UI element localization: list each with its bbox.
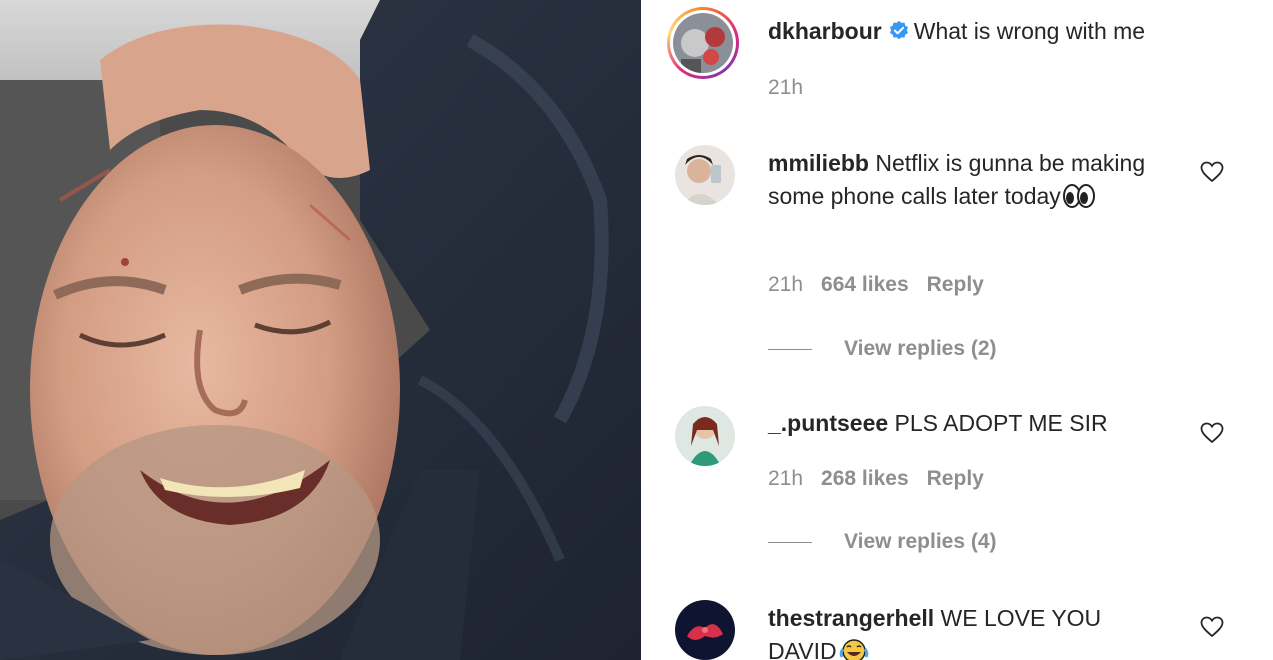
commenter-avatar[interactable] <box>675 406 735 466</box>
commenter-avatar[interactable] <box>675 600 735 660</box>
post-time: 21h <box>768 76 804 99</box>
like-count[interactable]: 664 likes <box>821 273 909 296</box>
comment-text-block: mmiliebb Netflix is gunna be making some… <box>768 147 1188 217</box>
eyes-emoji <box>1062 184 1095 217</box>
comment-meta: 21h 664 likes Reply <box>768 273 1002 297</box>
author-avatar[interactable] <box>673 13 733 73</box>
comment-time: 21h <box>768 467 804 490</box>
post-caption: dkharbour What is wrong with me <box>768 15 1188 48</box>
comment-text: WE LOVE YOU <box>940 605 1102 631</box>
commenter-username[interactable]: mmiliebb <box>768 150 869 176</box>
comment-text-continued: DAVID <box>768 638 837 660</box>
heart-icon[interactable] <box>1200 616 1224 638</box>
comment-text-block: _.puntseee PLS ADOPT ME SIR <box>768 407 1188 440</box>
reply-button[interactable]: Reply <box>927 273 984 296</box>
divider-line <box>768 541 812 543</box>
reply-button[interactable]: Reply <box>927 467 984 490</box>
comment-text: PLS ADOPT ME SIR <box>894 410 1108 436</box>
comment-meta: 21h 268 likes Reply <box>768 467 1002 491</box>
caption-text: What is wrong with me <box>913 18 1146 44</box>
view-replies-button[interactable]: View replies (4) <box>768 530 997 554</box>
like-count[interactable]: 268 likes <box>821 467 909 490</box>
comment-text-block: thestrangerhell WE LOVE YOU DAVID <box>768 602 1188 660</box>
commenter-avatar[interactable] <box>675 145 735 205</box>
commenter-username[interactable]: _.puntseee <box>768 410 888 436</box>
comment-time: 21h <box>768 273 804 296</box>
view-replies-button[interactable]: View replies (2) <box>768 337 997 361</box>
heart-icon[interactable] <box>1200 161 1224 183</box>
verified-badge-icon <box>888 18 910 40</box>
author-username[interactable]: dkharbour <box>768 18 882 44</box>
comments-panel: dkharbour What is wrong with me 21h mmil… <box>641 0 1273 660</box>
commenter-username[interactable]: thestrangerhell <box>768 605 934 631</box>
story-ring[interactable] <box>667 7 739 79</box>
heart-icon[interactable] <box>1200 422 1224 444</box>
tears-of-joy-emoji <box>839 637 869 660</box>
divider-line <box>768 348 812 350</box>
post-photo <box>0 0 641 660</box>
